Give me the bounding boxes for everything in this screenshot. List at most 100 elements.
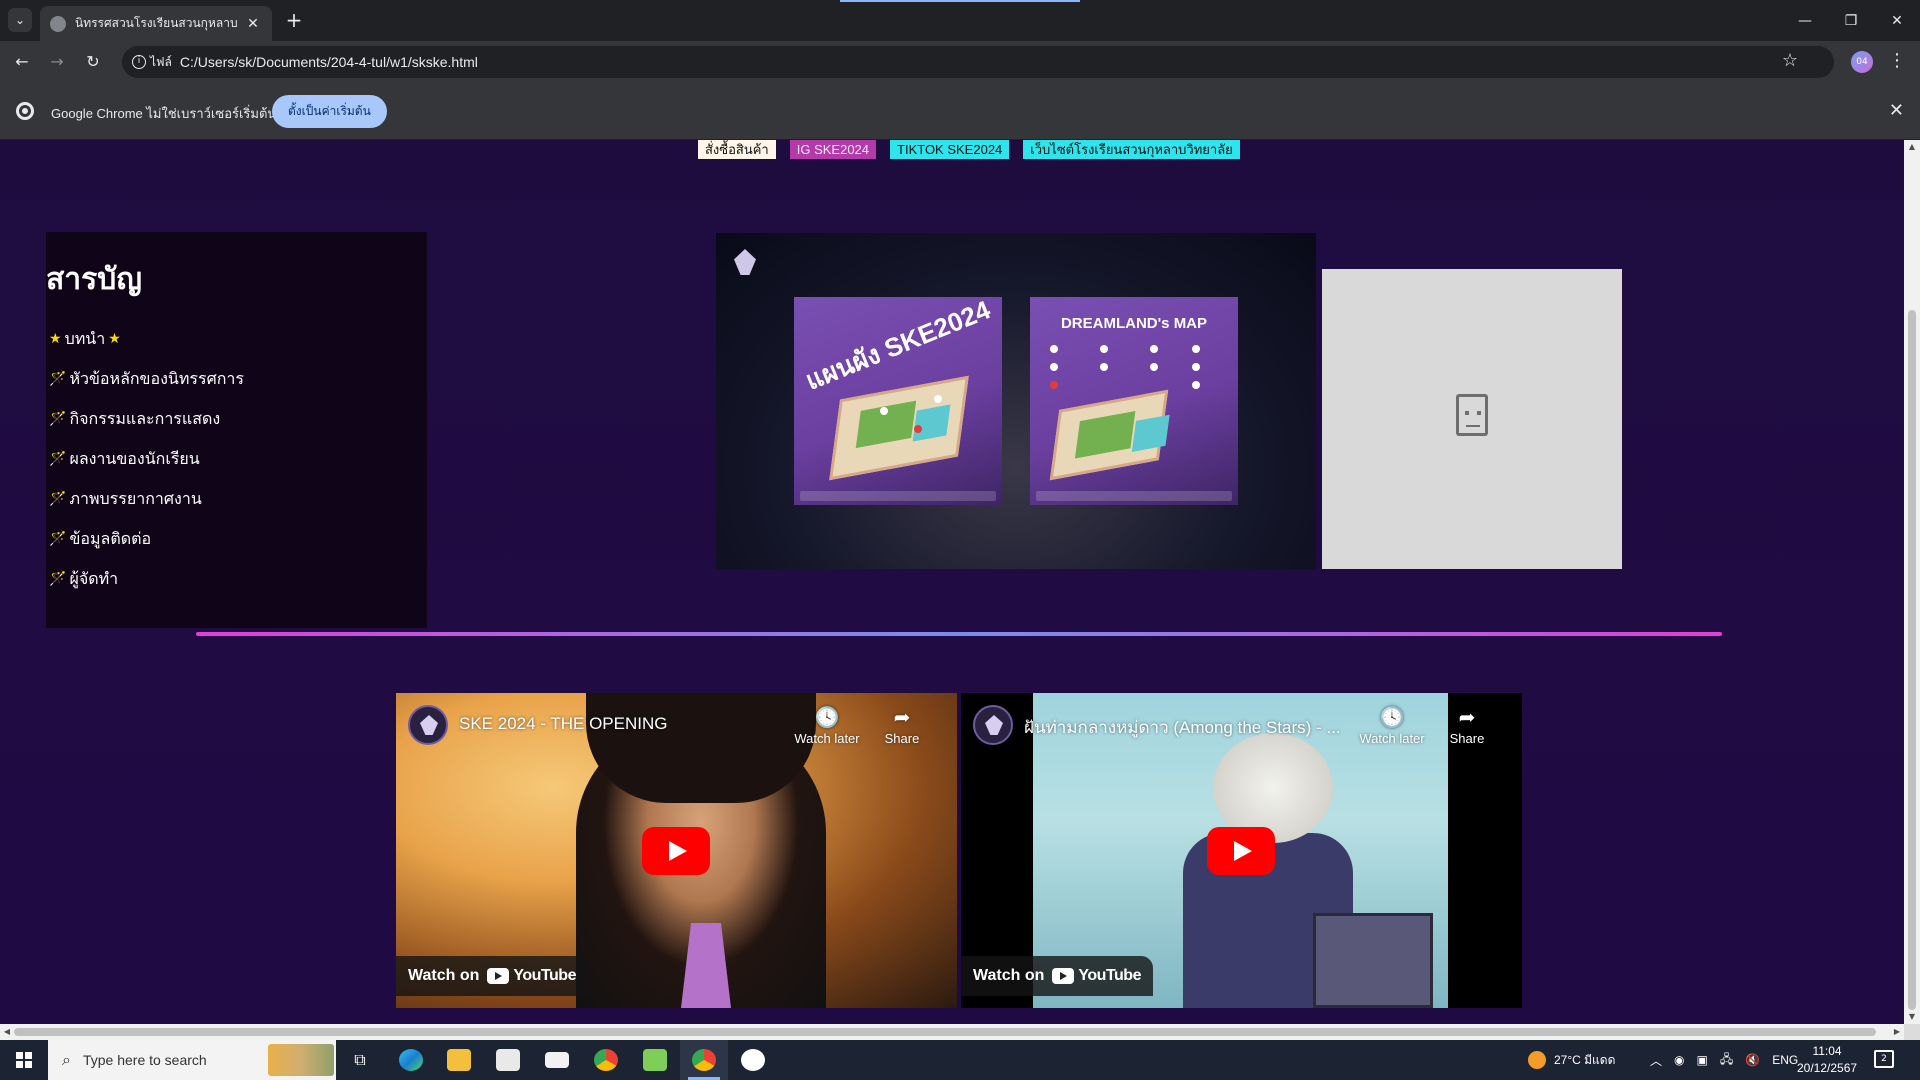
minimize-icon[interactable]: — [1782, 0, 1828, 41]
legend-dot [1050, 381, 1058, 389]
toc-item-topics[interactable]: 🪄 หัวข้อหลักของนิทรรศการ [46, 359, 427, 399]
table-of-contents: สารบัญ ★ บทนำ ★ 🪄 หัวข้อหลักของนิทรรศการ 🪄 ก… [46, 232, 427, 628]
clock-icon: 🕓 [814, 707, 840, 729]
magic-wand-icon: 🪄 [49, 451, 67, 467]
watch-later-button[interactable]: 🕓 Watch later [789, 705, 865, 746]
meet-now-icon[interactable]: ▣ [1697, 1053, 1708, 1067]
address-bar[interactable]: i ไฟล์ C:/Users/sk/Documents/204-4-tul/w… [122, 46, 1834, 78]
search-highlight-image [268, 1044, 334, 1076]
toc-item-label: ข้อมูลติดต่อ [69, 528, 152, 548]
back-arrow-icon[interactable]: ← [10, 50, 34, 74]
chrome-menu-icon[interactable]: ⋮ [1888, 50, 1906, 71]
channel-avatar[interactable] [973, 705, 1013, 745]
tab-close-icon[interactable]: ✕ [244, 16, 262, 32]
share-arrow-icon: ➦ [1458, 707, 1476, 729]
play-button-icon[interactable] [642, 827, 710, 875]
set-default-button[interactable]: ตั้งเป็นค่าเริ่มต้น [272, 95, 387, 128]
new-tab-icon[interactable]: + [282, 9, 306, 33]
ig-link[interactable]: IG SKE2024 [789, 140, 877, 159]
poster-map-thai: แผนผัง SKE2024 [794, 297, 1002, 505]
youtube-embed-opening[interactable]: SKE 2024 - THE OPENING 🕓 Watch later ➦ Sha… [396, 693, 957, 1008]
address-url[interactable]: C:/Users/sk/Documents/204-4-tul/w1/skske… [180, 54, 478, 70]
vertical-scroll-thumb[interactable] [1908, 310, 1916, 1010]
scroll-up-arrow-icon[interactable]: ▲ [1904, 140, 1920, 154]
store-icon[interactable] [484, 1040, 532, 1080]
tab-search-chevron-icon[interactable]: ⌄ [8, 8, 32, 32]
file-explorer-icon[interactable] [435, 1040, 483, 1080]
poster-footer [800, 491, 996, 501]
tiktok-link[interactable]: TIKTOK SKE2024 [890, 140, 1010, 159]
scroll-left-arrow-icon[interactable]: ◀ [0, 1024, 14, 1040]
legend-dot [1100, 345, 1108, 353]
magic-wand-icon: 🪄 [49, 491, 67, 507]
share-button[interactable]: ➦ Share [864, 705, 940, 746]
windows-taskbar: ⌕ Type here to search ⧉ 27°C มีแดด ︿ ◉ ▣… [0, 1040, 1920, 1080]
channel-avatar[interactable] [408, 705, 448, 745]
default-browser-infobar: Google Chrome ไม่ใช่เบราว์เซอร์เริ่มต้น … [0, 83, 1920, 140]
share-button[interactable]: ➦ Share [1429, 705, 1505, 746]
toc-item-label: บทนำ [64, 328, 106, 348]
bookmark-star-icon[interactable]: ☆ [1782, 50, 1798, 71]
legend-dot [1192, 345, 1200, 353]
poster-title: DREAMLAND's MAP [1060, 315, 1208, 332]
edge-icon[interactable] [387, 1040, 435, 1080]
toc-item-contact[interactable]: 🪄 ข้อมูลติดต่อ [46, 519, 427, 559]
watch-later-label: Watch later [1359, 731, 1425, 746]
taskbar-search[interactable]: ⌕ Type here to search [48, 1040, 336, 1080]
video-title[interactable]: ฝันท่ามกลางหมู่ดาว (Among the Stars) - .… [1024, 714, 1341, 741]
map-pin [934, 395, 942, 403]
close-window-icon[interactable]: ✕ [1874, 0, 1920, 41]
school-website-link[interactable]: เว็บไซต์โรงเรียนสวนกุหลาบวิทยาลัย [1023, 140, 1240, 159]
browser-tab[interactable]: นิทรรศสวนโรงเรียนสวนกุหลาบ ✕ [40, 6, 272, 41]
vertical-scrollbar[interactable]: ▲ ▼ [1904, 140, 1920, 1024]
chrome-profile-icon[interactable] [680, 1040, 728, 1080]
windows-logo-icon [16, 1052, 32, 1068]
photos-icon[interactable] [729, 1040, 777, 1080]
site-info-chip[interactable]: i ไฟล์ [132, 53, 172, 72]
toc-item-intro[interactable]: ★ บทนำ ★ [46, 319, 427, 359]
notification-center-icon[interactable]: 2 [1874, 1050, 1894, 1068]
chrome-logo-icon [16, 102, 34, 120]
scroll-right-arrow-icon[interactable]: ▶ [1890, 1024, 1904, 1040]
forward-arrow-icon[interactable]: → [45, 50, 69, 74]
magic-wand-icon: 🪄 [49, 411, 67, 427]
youtube-embed-among-the-stars[interactable]: ฝันท่ามกลางหมู่ดาว (Among the Stars) - .… [961, 693, 1522, 1008]
toc-item-atmosphere[interactable]: 🪄 ภาพบรรยากาศงาน [46, 479, 427, 519]
play-button-icon[interactable] [1207, 827, 1275, 875]
start-button[interactable] [0, 1040, 48, 1080]
video-thumbnail-hair [586, 693, 816, 803]
volume-muted-icon[interactable]: 🔇 [1745, 1053, 1760, 1067]
notepad-icon[interactable] [631, 1040, 679, 1080]
toc-item-student-works[interactable]: 🪄 ผลงานของนักเรียน [46, 439, 427, 479]
profile-avatar[interactable]: 04 [1851, 51, 1873, 73]
horizontal-scroll-thumb[interactable] [14, 1028, 1876, 1036]
restore-icon[interactable]: ❐ [1828, 0, 1874, 41]
watch-on-youtube-button[interactable]: Watch on YouTube [961, 956, 1153, 996]
chevron-up-icon[interactable]: ︿ [1650, 1052, 1662, 1069]
infobar-close-icon[interactable]: ✕ [1889, 100, 1904, 121]
reload-icon[interactable]: ↻ [81, 50, 105, 74]
poster-dreamland-map: DREAMLAND's MAP [1030, 297, 1238, 505]
input-language[interactable]: ENG [1772, 1053, 1798, 1067]
horizontal-scrollbar[interactable]: ◀ ▶ [0, 1024, 1904, 1040]
location-icon[interactable]: ◉ [1674, 1053, 1684, 1067]
toc-item-activities[interactable]: 🪄 กิจกรรมและการแสดง [46, 399, 427, 439]
toc-item-creators[interactable]: 🪄 ผู้จัดทำ [46, 559, 427, 599]
watch-later-button[interactable]: 🕓 Watch later [1354, 705, 1430, 746]
isometric-map [1049, 389, 1169, 481]
address-scheme: ไฟล์ [150, 54, 172, 69]
task-view-icon[interactable]: ⧉ [336, 1040, 384, 1080]
scroll-down-arrow-icon[interactable]: ▼ [1904, 1010, 1920, 1024]
video-title[interactable]: SKE 2024 - THE OPENING [459, 714, 667, 734]
taskbar-clock[interactable]: 11:04 20/12/2567 [1797, 1043, 1857, 1077]
magic-wand-icon: 🪄 [49, 371, 67, 387]
mail-icon[interactable] [533, 1040, 581, 1080]
network-icon[interactable]: 🖧 [1720, 1050, 1733, 1071]
sun-icon [1528, 1051, 1546, 1069]
watch-on-youtube-button[interactable]: Watch on YouTube [396, 956, 588, 996]
chrome-icon[interactable] [582, 1040, 630, 1080]
youtube-play-icon [487, 968, 510, 984]
weather-widget[interactable]: 27°C มีแดด [1528, 1040, 1615, 1080]
shop-link[interactable]: สั่งซื้อสินค้า [698, 140, 776, 159]
info-icon: i [132, 55, 146, 69]
